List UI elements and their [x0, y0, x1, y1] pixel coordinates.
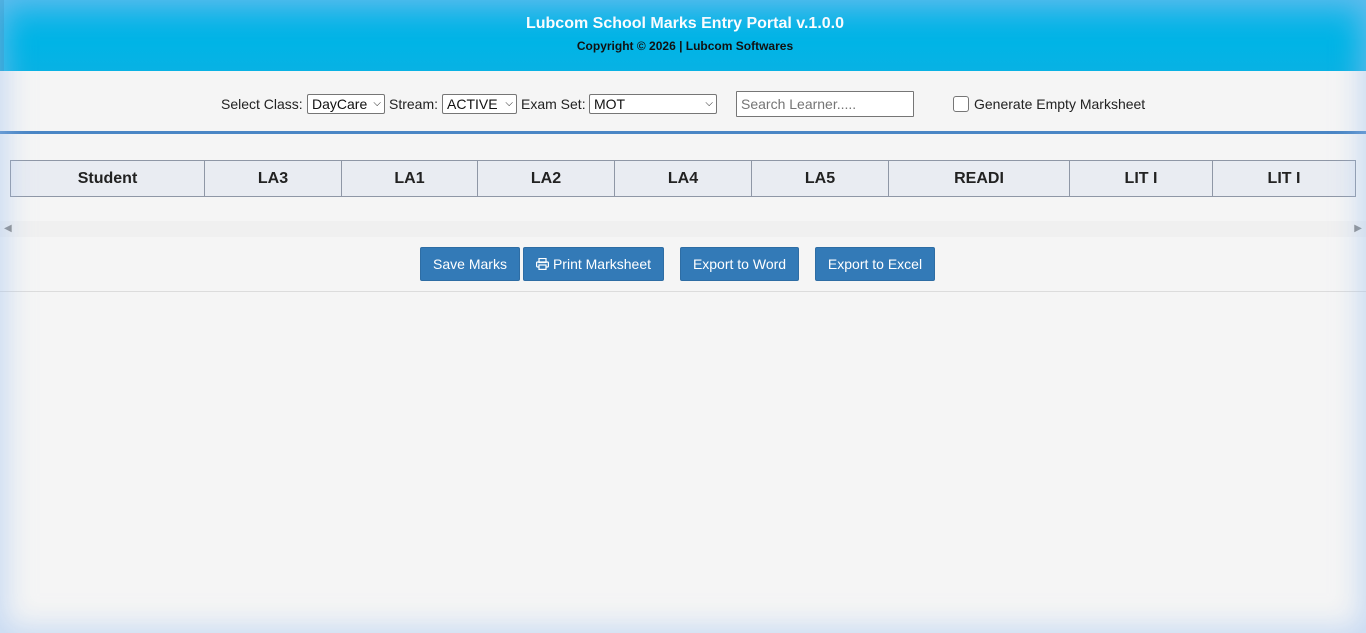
- class-select-value: DayCare: [312, 96, 368, 112]
- app-title: Lubcom School Marks Entry Portal v.1.0.0: [525, 15, 844, 32]
- section-divider: [0, 291, 1366, 292]
- print-marksheet-label: Print Marksheet: [552, 256, 652, 272]
- column-header: READI: [888, 160, 1070, 197]
- print-marksheet-button[interactable]: Print Marksheet: [523, 247, 664, 281]
- class-label: Select Class:: [221, 96, 303, 112]
- column-header: Student: [10, 160, 205, 197]
- header-divider: [0, 131, 1366, 134]
- column-header: LA3: [204, 160, 342, 197]
- column-header: LIT I: [1069, 160, 1213, 197]
- column-header: LA1: [341, 160, 478, 197]
- filter-bar: Select Class: DayCare ⌵ Stream: ACTIVE ⌵…: [0, 91, 1366, 117]
- class-select[interactable]: DayCare ⌵: [307, 94, 385, 114]
- export-excel-button[interactable]: Export to Excel: [815, 247, 935, 281]
- chevron-down-icon: ⌵: [705, 98, 713, 109]
- exam-set-select[interactable]: MOT ⌵: [589, 94, 717, 114]
- empty-marksheet-checkbox[interactable]: [953, 96, 969, 112]
- printer-icon: [535, 258, 549, 270]
- action-bar: Save Marks Print Marksheet Export to Wor…: [0, 247, 1366, 281]
- column-header: LA4: [614, 160, 752, 197]
- save-marks-button[interactable]: Save Marks: [420, 247, 520, 281]
- exam-set-select-value: MOT: [594, 96, 626, 112]
- app-header: Lubcom School Marks Entry Portal v.1.0.0…: [0, 0, 1366, 71]
- search-learner-input[interactable]: [736, 91, 914, 117]
- marks-table: Student LA3 LA1 LA2 LA4 LA5 READI LIT I …: [10, 160, 1356, 197]
- column-header: LA2: [477, 160, 615, 197]
- chevron-down-icon: ⌵: [505, 98, 513, 109]
- exam-set-label: Exam Set:: [521, 96, 586, 112]
- scroll-left-icon[interactable]: ◀: [4, 223, 12, 235]
- column-header: LIT I: [1212, 160, 1356, 197]
- export-word-button[interactable]: Export to Word: [680, 247, 799, 281]
- chevron-down-icon: ⌵: [373, 98, 381, 109]
- empty-marksheet-label: Generate Empty Marksheet: [974, 96, 1146, 112]
- horizontal-scrollbar[interactable]: ◀ ▶: [0, 221, 1366, 237]
- scroll-right-icon[interactable]: ▶: [1354, 223, 1362, 235]
- copyright-text: Copyright © 2026 | Lubcom Softwares: [576, 39, 794, 53]
- column-header: LA5: [751, 160, 889, 197]
- stream-select-value: ACTIVE: [447, 96, 498, 112]
- table-header-row: Student LA3 LA1 LA2 LA4 LA5 READI LIT I …: [10, 160, 1356, 197]
- stream-select[interactable]: ACTIVE ⌵: [442, 94, 517, 114]
- stream-label: Stream:: [389, 96, 439, 112]
